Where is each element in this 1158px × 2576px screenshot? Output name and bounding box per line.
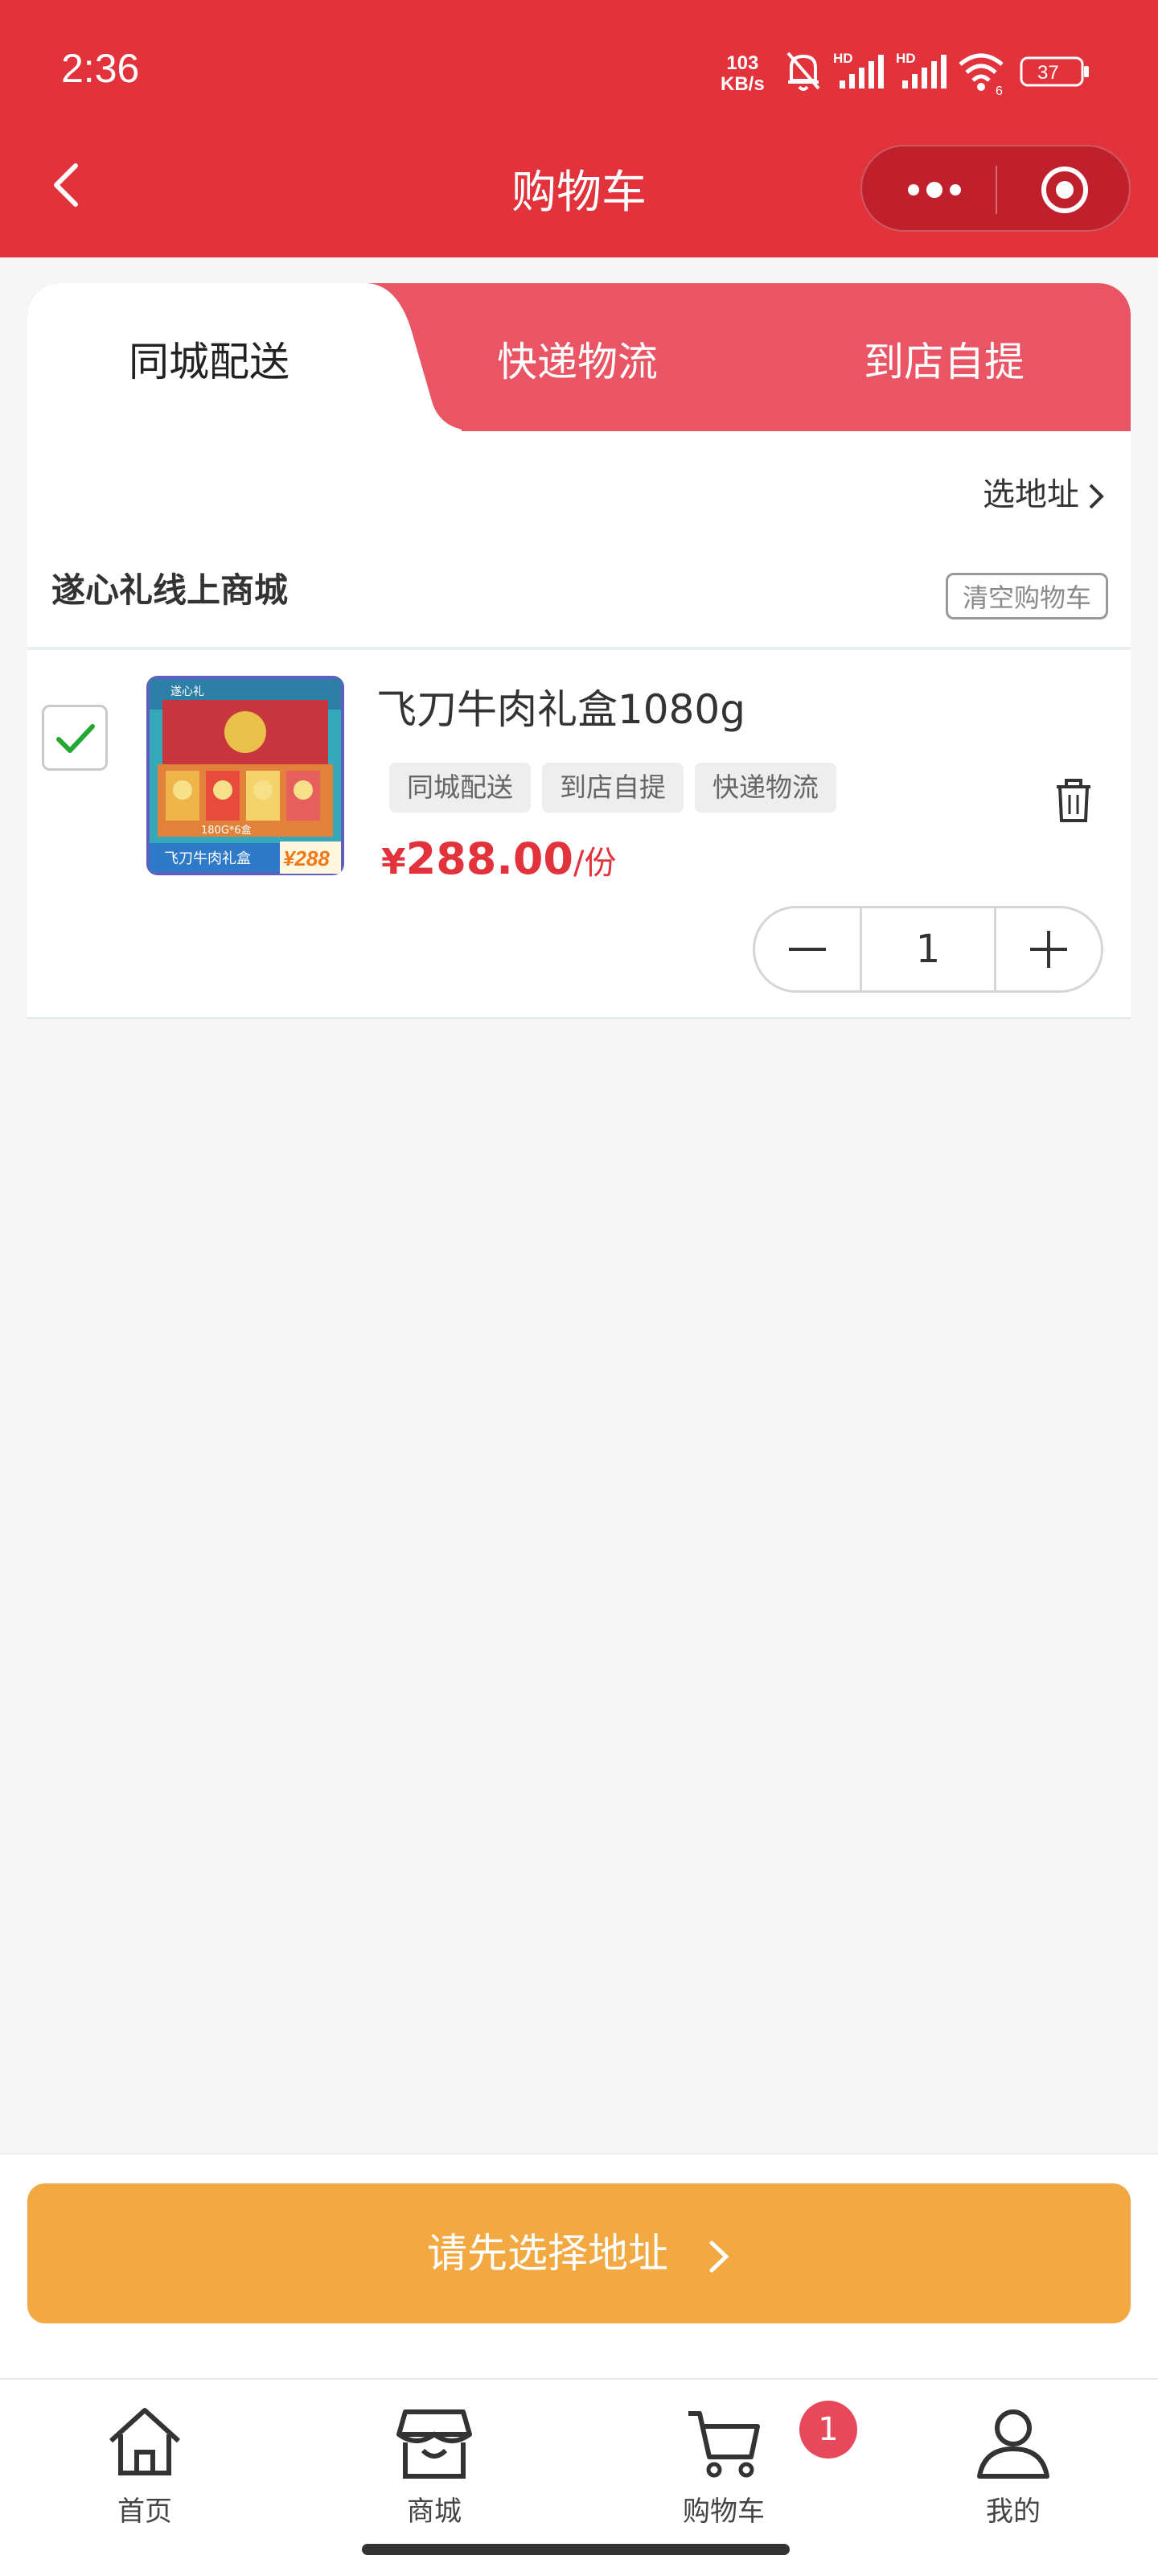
card-bottom-border: [27, 1017, 1131, 1019]
select-address-label: 选地址: [983, 476, 1079, 513]
svg-text:HD: HD: [896, 51, 916, 66]
tabbar-mine-label: 我的: [986, 2496, 1041, 2528]
plus-icon[interactable]: [996, 908, 1101, 990]
svg-text:180G*6盒: 180G*6盒: [201, 824, 252, 837]
clear-cart-button[interactable]: 清空购物车: [945, 573, 1108, 619]
signal-icon-2: HD: [896, 51, 947, 88]
chevron-right-icon: [709, 2241, 729, 2272]
wifi-icon: 6: [959, 53, 1004, 97]
tab-express[interactable]: 快递物流: [497, 330, 658, 388]
product-price: ¥288.00/份: [381, 833, 617, 884]
store-icon: [396, 2409, 472, 2479]
svg-text:6: 6: [996, 84, 1003, 97]
svg-text:¥288: ¥288: [283, 846, 330, 870]
close-miniprogram-icon[interactable]: [1039, 164, 1090, 216]
chevron-right-icon: [1089, 484, 1104, 509]
cart-card: 同城配送 快递物流 到店自提 选地址 遂心礼线上商城 清空购物车 遂心礼 180…: [27, 283, 1131, 1018]
tabbar-store-label: 商城: [407, 2496, 462, 2528]
miniprogram-capsule: [860, 145, 1131, 232]
signal-icon: HD: [833, 51, 884, 88]
tabbar-store[interactable]: 商城: [354, 2402, 515, 2529]
status-bar: 2:36 103 KB/s HD HD 6 37: [0, 0, 1158, 145]
tab-self-pickup[interactable]: 到店自提: [864, 330, 1025, 388]
tabbar-home-label: 首页: [117, 2496, 172, 2528]
status-time: 2:36: [61, 46, 140, 91]
quantity-stepper: 1: [753, 906, 1103, 993]
select-address-link[interactable]: 选地址: [983, 468, 1107, 515]
price-unit: /份: [573, 845, 617, 882]
header: 2:36 103 KB/s HD HD 6 37 购物车: [0, 0, 1158, 257]
item-checkbox[interactable]: [42, 705, 108, 771]
tabbar-cart-label: 购物车: [683, 2496, 765, 2528]
price-value: 288.00: [405, 833, 574, 884]
tag-express: 快递物流: [695, 763, 836, 813]
more-icon[interactable]: [902, 166, 967, 214]
home-indicator[interactable]: [362, 2544, 790, 2555]
cart-icon: [688, 2411, 760, 2478]
delete-icon[interactable]: [1053, 777, 1094, 824]
checkout-bar: 请先选择地址: [0, 2153, 1158, 2380]
select-address-button[interactable]: 请先选择地址: [27, 2183, 1131, 2323]
cta-label: 请先选择地址: [427, 2230, 668, 2277]
svg-text:37: 37: [1037, 62, 1059, 84]
product-thumbnail[interactable]: 遂心礼 180G*6盒 飞刀牛肉礼盒 ¥288: [146, 676, 344, 875]
cart-count-badge: 1: [799, 2401, 857, 2459]
navigation-bar: 购物车: [0, 145, 1158, 257]
tab-same-city[interactable]: 同城配送: [129, 330, 290, 388]
minus-icon[interactable]: [755, 908, 860, 990]
check-icon: [56, 724, 95, 753]
capsule-divider: [996, 166, 997, 214]
shop-name: 遂心礼线上商城: [51, 570, 289, 610]
tabbar-cart[interactable]: 购物车: [643, 2402, 804, 2529]
quantity-input[interactable]: 1: [860, 908, 996, 990]
svg-text:飞刀牛肉礼盒: 飞刀牛肉礼盒: [164, 850, 251, 867]
network-speed: 103 KB/s: [721, 52, 765, 95]
tabbar-home[interactable]: 首页: [64, 2402, 225, 2529]
svg-text:遂心礼: 遂心礼: [170, 685, 204, 698]
user-icon: [977, 2409, 1049, 2479]
tag-same-city: 同城配送: [389, 763, 531, 813]
battery-icon: 37: [1020, 56, 1089, 87]
tabbar-mine[interactable]: 我的: [933, 2402, 1094, 2529]
divider: [27, 647, 1131, 650]
currency-symbol: ¥: [381, 842, 406, 883]
delivery-tags: 同城配送 到店自提 快递物流: [389, 763, 848, 813]
svg-text:HD: HD: [833, 51, 853, 66]
product-name[interactable]: 飞刀牛肉礼盒1080g: [376, 677, 745, 735]
mute-bell-icon: [786, 51, 820, 91]
home-icon: [109, 2408, 181, 2475]
delivery-tabs: 同城配送 快递物流 到店自提: [27, 283, 1131, 431]
tag-self-pickup: 到店自提: [542, 763, 684, 813]
